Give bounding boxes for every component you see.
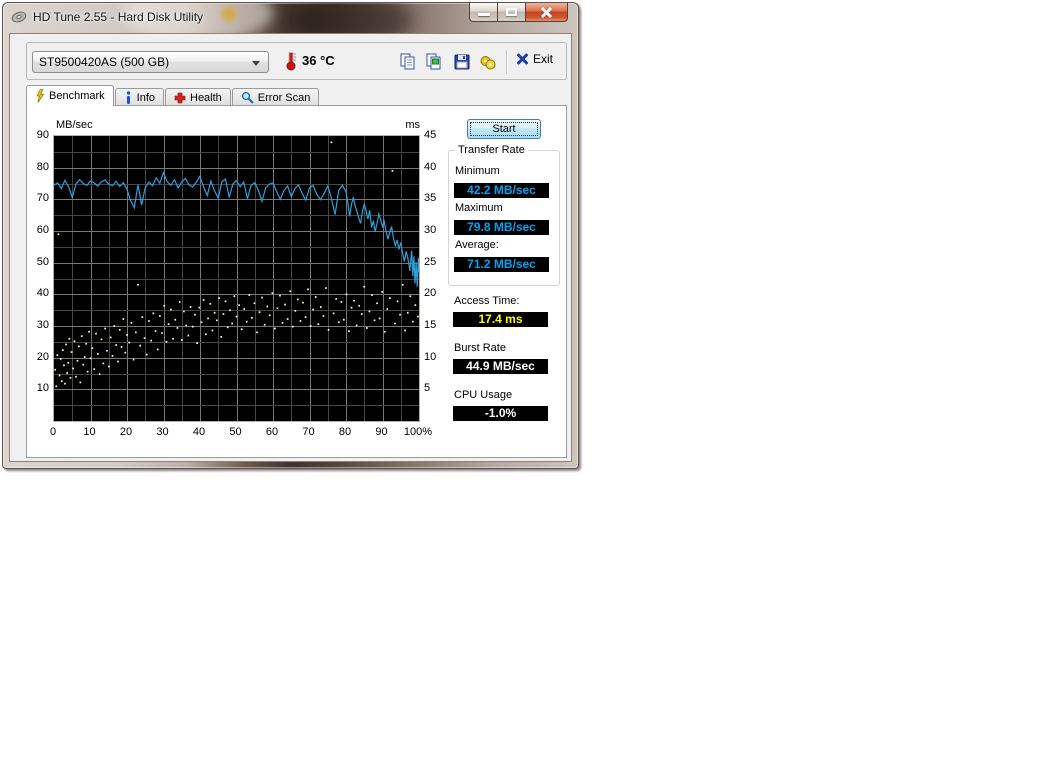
tick-label: 70 — [36, 192, 49, 205]
burst-rate-value: 44.9 MB/sec — [453, 359, 548, 374]
start-button[interactable]: Start — [467, 119, 541, 139]
tick-label: 60 — [265, 426, 279, 438]
cpu-usage-value: -1.0% — [453, 406, 548, 421]
info-icon — [126, 91, 130, 104]
transfer-rate-group-label: Transfer Rate — [455, 144, 528, 156]
tick-label: 80 — [338, 426, 352, 438]
plot-area — [53, 135, 420, 422]
tick-label: 90 — [36, 129, 49, 141]
tick-label: 45 — [424, 129, 437, 141]
save-icon[interactable] — [453, 53, 471, 71]
temperature-value: 36 °C — [302, 52, 335, 68]
chevron-down-icon — [252, 61, 260, 66]
tab-benchmark[interactable]: Benchmark — [26, 85, 114, 106]
exit-button[interactable]: Exit — [516, 52, 553, 66]
app-window: HD Tune 2.55 - Hard Disk Utility ST95004… — [2, 2, 579, 469]
minimize-icon — [478, 13, 490, 16]
copy-text-icon[interactable] — [399, 53, 417, 71]
exit-icon — [516, 53, 528, 65]
tick-label: 60 — [36, 224, 49, 236]
tick-label: 90 — [375, 426, 388, 438]
tick-label: 10 — [83, 426, 96, 438]
tick-label: 20 — [119, 426, 133, 438]
tab-error-scan[interactable]: Error Scan — [231, 88, 320, 106]
copy-screenshot-icon[interactable] — [425, 53, 443, 71]
window-title: HD Tune 2.55 - Hard Disk Utility — [33, 10, 204, 24]
close-button[interactable] — [526, 3, 568, 22]
tab-info[interactable]: Info — [114, 88, 164, 106]
access-time-value: 17.4 ms — [453, 312, 548, 327]
tick-label: 30 — [36, 319, 49, 331]
toolbar: ST9500420AS (500 GB) 36 °C Exit — [26, 42, 567, 80]
lightning-icon — [36, 89, 45, 103]
tick-label: 15 — [424, 319, 437, 331]
client-area: ST9500420AS (500 GB) 36 °C Exit Benchmar… — [9, 33, 572, 462]
tab-label: Benchmark — [49, 90, 105, 102]
maximize-icon — [506, 8, 517, 16]
tick-label: 10 — [36, 382, 49, 395]
drive-selector-value: ST9500420AS (500 GB) — [39, 55, 170, 69]
benchmark-chart: MB/sec ms 10 20 30 40 50 60 70 80 90 5 10 15 20 25 30 3… — [27, 106, 447, 459]
options-icon[interactable] — [479, 53, 497, 71]
title-bar[interactable]: HD Tune 2.55 - Hard Disk Utility — [3, 3, 578, 33]
focus-rect — [470, 122, 538, 136]
thermometer-icon — [286, 52, 296, 71]
tick-label: 10 — [424, 350, 437, 363]
minimum-label: Minimum — [455, 165, 500, 177]
close-icon — [540, 7, 553, 17]
exit-label: Exit — [533, 52, 554, 66]
maximum-value: 79.8 MB/sec — [454, 220, 549, 235]
tick-label: 40 — [36, 287, 49, 300]
toolbar-separator — [506, 50, 507, 74]
tab-health[interactable]: Health — [165, 88, 231, 106]
tab-label: Error Scan — [257, 91, 311, 104]
minimum-value: 42.2 MB/sec — [454, 183, 549, 198]
tick-label: 5 — [424, 382, 431, 395]
minimize-button[interactable] — [469, 3, 498, 22]
tick-label: 0 — [49, 426, 57, 438]
benchmark-panel: MB/sec ms 10 20 30 40 50 60 70 80 90 5 10 15 20 25 30 3… — [26, 105, 567, 458]
right-axis-title: ms — [405, 119, 420, 131]
tick-label: 30 — [156, 426, 169, 438]
app-icon — [11, 11, 27, 23]
average-label: Average: — [455, 239, 499, 251]
tick-label: 40 — [192, 426, 206, 438]
tab-label: Info — [136, 91, 155, 104]
tick-label: 20 — [36, 350, 49, 363]
tab-label: Health — [190, 91, 222, 104]
tick-label: 100% — [403, 426, 433, 438]
tick-label: 50 — [36, 255, 49, 268]
desktop-reflection — [293, 3, 413, 33]
tick-label: 20 — [424, 287, 437, 300]
maximize-button[interactable] — [498, 3, 526, 22]
magnifier-icon — [241, 91, 254, 104]
desktop-reflection — [221, 7, 237, 21]
tick-label: 80 — [36, 160, 49, 173]
drive-selector[interactable]: ST9500420AS (500 GB) — [32, 51, 269, 73]
tick-label: 50 — [229, 426, 242, 438]
maximum-label: Maximum — [455, 202, 503, 214]
tab-strip: Benchmark Info Health Error Scan — [26, 85, 320, 106]
average-value: 71.2 MB/sec — [454, 257, 549, 272]
transfer-rate-group: Transfer Rate Minimum 42.2 MB/sec Maximu… — [448, 144, 560, 286]
burst-rate-label: Burst Rate — [454, 342, 506, 354]
cpu-usage-label: CPU Usage — [454, 389, 513, 401]
health-cross-icon — [174, 92, 186, 103]
left-axis-title: MB/sec — [56, 119, 93, 131]
tick-label: 70 — [302, 426, 315, 438]
access-time-label: Access Time: — [454, 295, 520, 307]
